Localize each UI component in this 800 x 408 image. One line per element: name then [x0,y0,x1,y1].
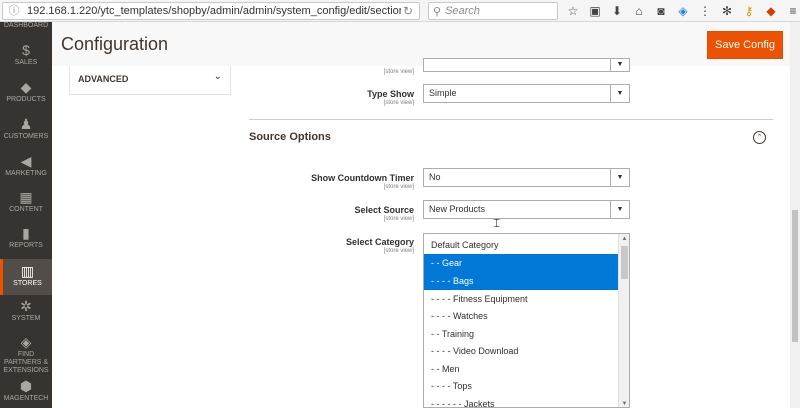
extension-icon[interactable]: ◈ [672,4,694,18]
category-option[interactable]: - - - - - - Jackets [424,395,618,407]
megaphone-icon: ◀ [20,153,32,169]
sidebar-item-label: CONTENT [9,206,43,213]
chevron-up-circle-icon[interactable]: ⌃ [753,131,766,144]
category-option[interactable]: - - - - Bags [424,272,618,290]
dropdown-arrow-icon: ▼ [610,169,629,186]
select-value: No [429,172,441,182]
section-divider [249,119,773,120]
dropdown-arrow-icon: ▼ [610,85,629,102]
storefront-icon: ▥ [20,263,35,279]
category-option[interactable]: - - - - Tops [424,377,618,395]
sidebar-item-magentech[interactable]: ⬢ MAGENTECH [0,378,52,403]
category-option[interactable]: - - - - Fitness Equipment [424,290,618,308]
field-scope: [store view] [383,100,414,106]
info-icon[interactable]: ⓘ [7,4,21,18]
dollar-icon: $ [22,42,30,58]
scroll-up-icon[interactable]: ▲ [619,234,629,244]
sidebar-item-label: FIND PARTNERS & EXTENSIONS [3,351,49,374]
type-show-select[interactable]: Simple ▼ [423,84,630,103]
layout-icon: ▦ [19,189,33,205]
field-scope: [store view] [383,69,414,75]
person-icon: ♟ [19,116,33,132]
field-scope: [store view] [383,216,414,222]
section-title[interactable]: Source Options [249,131,331,143]
search-icon: ⚲ [433,5,442,18]
scrollbar-thumb[interactable] [621,246,628,279]
sidebar-item-stores[interactable]: ▥ STORES [0,259,52,295]
sidebar-item-reports[interactable]: ▮ REPORTS [0,225,52,250]
category-label: Select Category [345,237,414,247]
source-select[interactable]: New Products ▼ [423,200,630,219]
page-title: Configuration [61,34,169,54]
clipboard-icon[interactable]: ▣ [584,4,606,18]
gear-icon: ✲ [20,298,32,314]
sidebar-item-dashboard[interactable]: DASHBOARD [0,22,52,30]
sidebar-item-marketing[interactable]: ◀ MARKETING [0,153,52,178]
page-scrollbar[interactable] [790,22,800,408]
sidebar-item-label: SALES [14,59,38,66]
select-value: New Products [429,204,486,214]
admin-sidebar: DASHBOARD $ SALES ◆ PRODUCTS ♟ CUSTOMERS… [0,22,52,408]
address-bar[interactable]: ⓘ 192.168.1.220/ytc_templates/shopby/adm… [2,2,420,20]
sidebar-item-content[interactable]: ▦ CONTENT [0,189,52,214]
sidebar-item-label: SYSTEM [11,315,41,322]
config-form: [store view] ▼ Type Show [store view] Si… [52,58,800,408]
multiselect-scrollbar[interactable]: ▲ ▼ [618,234,629,407]
category-option[interactable]: Default Category [424,236,618,254]
countdown-select[interactable]: No ▼ [423,168,630,187]
select-value: Simple [429,88,457,98]
category-option[interactable]: - - - - Watches [424,307,618,325]
gear-icon[interactable]: ✻ [716,4,738,18]
box-icon: ◈ [20,334,32,350]
addon-icon[interactable]: ◆ [760,4,782,18]
sidebar-item-label: REPORTS [9,242,43,249]
category-option[interactable]: - - Training [424,325,618,343]
category-option[interactable]: - - - - Video Download [424,342,618,360]
browser-search-input[interactable]: ⚲ Search [428,2,558,20]
category-multiselect[interactable]: Default Category - - Gear - - - - Bags -… [423,233,630,408]
source-label: Select Source [354,205,414,215]
main-area: Configuration Save Config ADVANCED ⌄ [st… [52,22,800,408]
sidebar-item-label: DASHBOARD [3,22,49,29]
hidden-select[interactable]: ▼ [423,58,630,72]
star-icon[interactable]: ☆ [562,4,584,18]
sidebar-item-label: PRODUCTS [6,96,46,103]
cube-icon: ◆ [20,79,32,95]
key-icon[interactable]: ⚷ [738,4,760,18]
reload-icon[interactable]: ↻ [401,4,415,18]
scroll-down-icon[interactable]: ▼ [619,399,629,407]
sidebar-item-label: MARKETING [5,170,47,177]
bar-chart-icon: ▮ [22,225,30,241]
category-option[interactable]: - - Men [424,360,618,378]
hexagon-icon: ⬢ [19,378,33,394]
field-scope: [store view] [383,248,414,254]
field-scope: [store view] [383,184,414,190]
countdown-label: Show Countdown Timer [311,173,414,183]
dropdown-arrow-icon: ▼ [610,59,629,71]
url-text[interactable]: 192.168.1.220/ytc_templates/shopby/admin… [27,5,401,17]
pocket-icon[interactable]: ◙ [650,4,672,18]
browser-toolbar-icons: ☆ ▣ ⬇ ⌂ ◙ ◈ ⋮ ✻ ⚷ ◆ ≡ [562,2,800,20]
sidebar-item-customers[interactable]: ♟ CUSTOMERS [0,116,52,141]
sidebar-item-label: STORES [13,280,42,287]
sidebar-item-sales[interactable]: $ SALES [0,42,52,67]
scrollbar-thumb[interactable] [792,210,798,342]
download-icon[interactable]: ⬇ [606,4,628,18]
save-config-button[interactable]: Save Config [707,31,783,59]
sidebar-item-system[interactable]: ✲ SYSTEM [0,298,52,323]
menu-dots-icon[interactable]: ⋮ [694,4,716,18]
sidebar-item-find-partners[interactable]: ◈ FIND PARTNERS & EXTENSIONS [0,334,52,375]
sidebar-item-products[interactable]: ◆ PRODUCTS [0,79,52,104]
sidebar-item-label: MAGENTECH [3,395,49,402]
search-placeholder: Search [445,5,480,17]
home-icon[interactable]: ⌂ [628,4,650,18]
mouse-cursor-icon: ⌶ [493,216,501,230]
browser-toolbar: ⓘ 192.168.1.220/ytc_templates/shopby/adm… [0,0,800,22]
type-show-label: Type Show [367,89,414,99]
dropdown-arrow-icon: ▼ [610,201,629,218]
category-option[interactable]: - - Gear [424,254,618,272]
hamburger-icon[interactable]: ≡ [782,4,800,18]
sidebar-item-label: CUSTOMERS [3,133,49,140]
